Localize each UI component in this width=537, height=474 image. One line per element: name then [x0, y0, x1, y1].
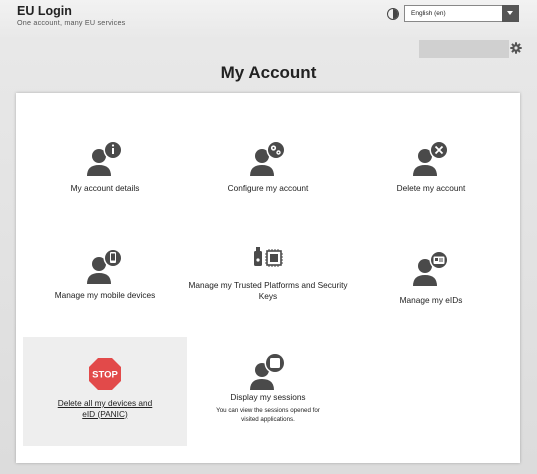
app-title: EU Login [17, 4, 72, 18]
page-title: My Account [220, 63, 317, 82]
user-gear-icon [250, 140, 286, 176]
stop-sign-icon: STOP [89, 358, 121, 390]
app-subtitle: One account, many EU services [17, 18, 126, 27]
tile-delete-my-account[interactable]: Delete my account [349, 123, 513, 213]
tile-label: Manage my Trusted Platforms and Security… [188, 280, 348, 301]
tile-manage-mobile-devices[interactable]: Manage my mobile devices [23, 233, 187, 323]
tile-manage-my-eids[interactable]: Manage my eIDs [349, 233, 513, 323]
user-delete-icon [413, 140, 449, 176]
account-options-panel: My account details Configure my account … [16, 93, 520, 463]
tile-my-account-details[interactable]: My account details [23, 123, 187, 213]
tile-manage-trusted-platforms[interactable]: Manage my Trusted Platforms and Security… [186, 233, 350, 333]
tile-note: You can view the sessions opened for vis… [216, 407, 320, 423]
tile-panic-delete-all[interactable]: STOP Delete all my devices and eID (PANI… [23, 337, 187, 446]
tile-label: Manage my mobile devices [54, 290, 156, 300]
user-mobile-icon [87, 248, 123, 284]
user-sessions-icon [250, 352, 286, 390]
stop-sign-text: STOP [92, 370, 118, 381]
language-selected-value: English (en) [411, 10, 446, 17]
security-key-chip-icon [254, 247, 283, 267]
tile-label: Display my sessions [230, 392, 306, 402]
contrast-icon[interactable] [387, 8, 399, 20]
tile-configure-my-account[interactable]: Configure my account [186, 123, 350, 213]
tile-label: Configure my account [227, 183, 309, 193]
header: EU Login One account, many EU services E… [0, 0, 537, 36]
user-info-icon [87, 140, 123, 176]
tile-display-my-sessions[interactable]: Display my sessions You can view the ses… [186, 337, 350, 446]
gear-icon[interactable] [510, 42, 522, 54]
tile-label: Delete my account [396, 183, 466, 193]
language-select[interactable]: English (en) [404, 5, 519, 22]
tile-label: My account details [70, 183, 140, 193]
chevron-down-icon[interactable] [502, 5, 519, 22]
tile-label: Manage my eIDs [399, 295, 463, 305]
user-eid-card-icon [413, 250, 449, 286]
tile-label: Delete all my devices and eID (PANIC) [57, 398, 153, 419]
user-name-field[interactable] [419, 40, 509, 58]
